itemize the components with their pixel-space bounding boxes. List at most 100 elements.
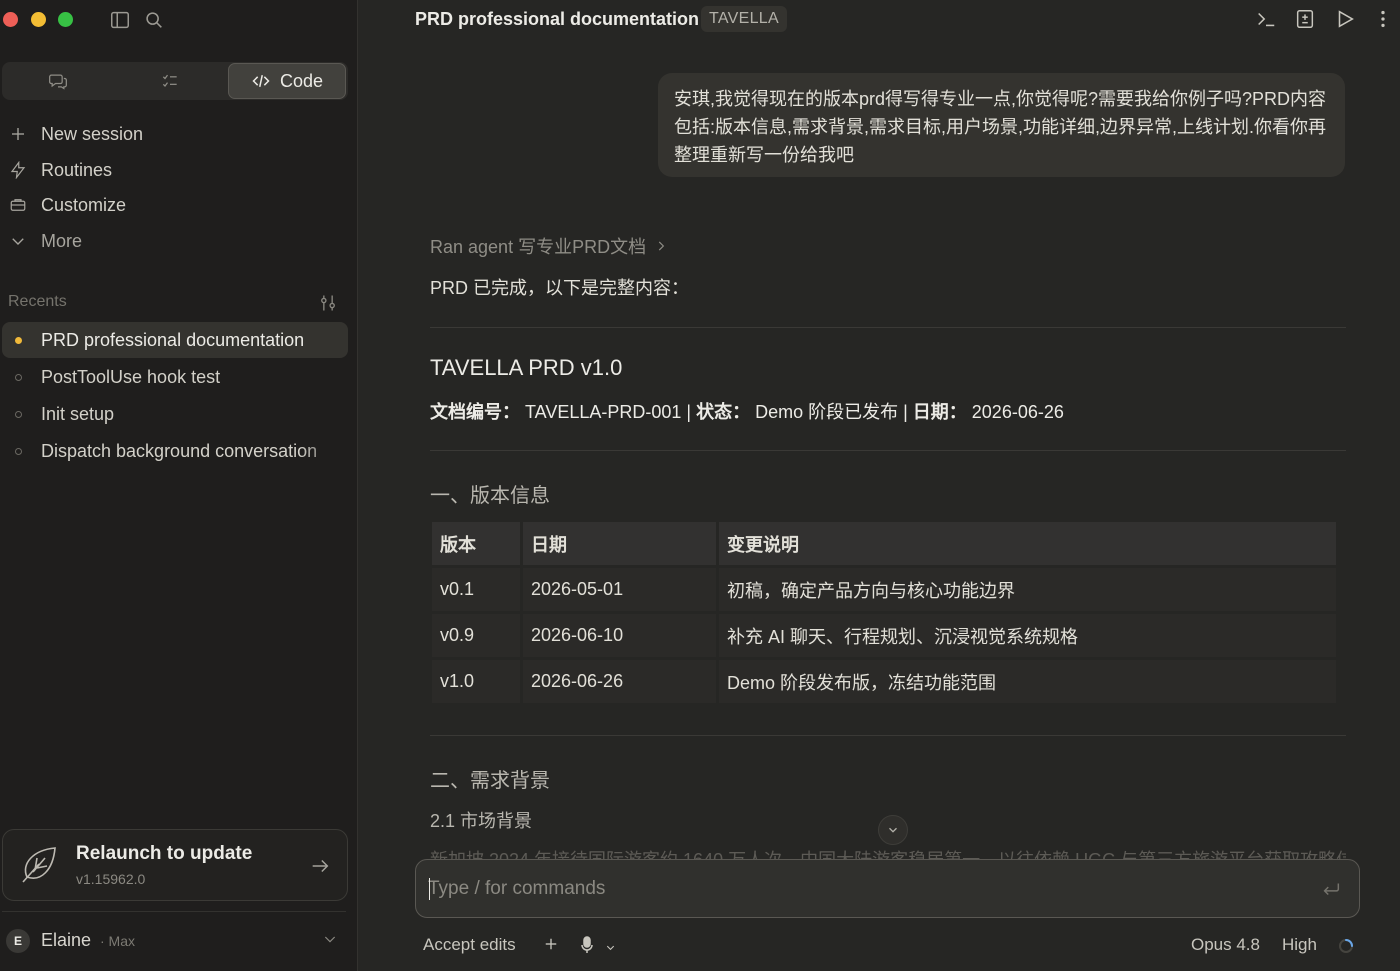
divider [430,327,1346,328]
table-cell: 2026-05-01 [523,568,716,611]
accept-edits-button[interactable]: Accept edits [423,935,516,955]
update-title: Relaunch to update [76,843,253,864]
document-title: TAVELLA PRD v1.0 [430,355,623,380]
table-header-cell: 日期 [523,522,716,565]
app-window: Code New session Routines Customize More… [0,0,1400,971]
table-cell: 补充 AI 聊天、行程规划、沉浸视觉系统规格 [719,614,1336,657]
status-dot [15,447,22,455]
table-row: v1.0 2026-06-26 Demo 阶段发布版，冻结功能范围 [432,660,1336,703]
sidebar-toggle-icon[interactable] [109,9,131,31]
status-label: 状态： [696,402,751,422]
model-selector[interactable]: Opus 4.8 [1191,935,1260,955]
chevron-down-icon [889,827,897,833]
microphone-icon[interactable] [580,936,594,954]
chevron-right-icon [658,241,665,251]
avatar[interactable]: E [6,929,30,953]
recents-heading: Recents [8,293,67,310]
bolt-icon [8,160,28,180]
scroll-to-bottom-button[interactable] [878,815,908,845]
tasks-mode-button[interactable] [114,62,226,100]
nav-new-session-label: New session [41,123,144,144]
code-mode-label: Code [279,70,324,91]
arrow-right-icon [309,855,331,877]
doc-no-value: TAVELLA-PRD-001 | [520,402,697,422]
prompt-input[interactable] [428,860,1288,917]
nav-routines[interactable]: Routines [8,154,338,186]
assistant-intro: PRD 已完成，以下是完整内容： [430,278,690,298]
nav-routines-label: Routines [41,159,113,180]
user-plan: · Max [100,933,135,949]
code-mode-button[interactable]: Code [228,63,346,99]
table-cell: v0.9 [432,614,520,657]
subsection-heading-market: 2.1 市场背景 [430,811,533,831]
nav-more-label: More [41,230,83,251]
recent-item-label: Init setup [41,403,115,424]
table-cell: Demo 阶段发布版，冻结功能范围 [719,660,1336,703]
mode-toggle: Code [2,62,348,100]
divider [430,450,1346,451]
filter-sliders-icon[interactable] [318,293,338,313]
chat-mode-button[interactable] [2,62,114,100]
recent-item-hook-test[interactable]: PostToolUse hook test [2,359,348,395]
nav-customize-label: Customize [41,194,127,215]
recent-item-label: PostToolUse hook test [41,366,221,387]
nav-new-session[interactable]: New session [8,118,338,150]
leaf-icon [17,844,59,886]
date-label: 日期： [912,402,967,422]
chevron-down-icon[interactable] [605,940,616,951]
briefcase-icon [8,195,28,215]
agent-run-summary[interactable]: Ran agent 写专业PRD文档 [430,233,668,259]
project-badge[interactable]: TAVELLA [701,6,787,32]
nav-more[interactable]: More [8,225,338,257]
recent-item-prd[interactable]: PRD professional documentation [2,322,348,358]
plus-icon[interactable] [542,935,560,955]
table-cell: v1.0 [432,660,520,703]
play-icon[interactable] [1334,8,1356,30]
divider [2,911,346,912]
message-composer [415,859,1360,918]
table-row: v0.1 2026-05-01 初稿，确定产品方向与核心功能边界 [432,568,1336,611]
recent-item-label: Dispatch background conversation [41,440,318,461]
table-cell: 2026-06-26 [523,660,716,703]
effort-selector[interactable]: High [1282,935,1317,955]
return-icon[interactable] [1320,878,1342,900]
loading-spinner-icon [1338,938,1354,954]
recent-item-init-setup[interactable]: Init setup [2,396,348,432]
minimize-window-button[interactable] [31,12,46,27]
date-value: 2026-06-26 [966,402,1064,422]
text-caret [429,878,430,900]
table-cell: 初稿，确定产品方向与核心功能边界 [719,568,1336,611]
user-name[interactable]: Elaine [41,930,91,951]
relaunch-update-card[interactable]: Relaunch to update v1.15962.0 [2,829,348,901]
sidebar: Code New session Routines Customize More… [0,0,358,971]
section-heading-version-info: 一、版本信息 [430,485,550,507]
chevron-down-icon [8,231,28,251]
section-heading-background: 二、需求背景 [430,770,550,792]
chat-bubbles-icon [49,74,67,90]
table-row: v0.9 2026-06-10 补充 AI 聊天、行程规划、沉浸视觉系统规格 [432,614,1336,657]
divider [430,735,1346,736]
more-vertical-icon[interactable] [1372,8,1394,30]
plus-icon [8,124,28,144]
table-cell: v0.1 [432,568,520,611]
recent-item-dispatch[interactable]: Dispatch background conversation [2,433,348,469]
close-window-button[interactable] [3,12,18,27]
zoom-window-button[interactable] [58,12,73,27]
status-dot [15,373,22,381]
code-icon [252,75,270,87]
update-version: v1.15962.0 [76,871,146,887]
table-cell: 2026-06-10 [523,614,716,657]
status-value: Demo 阶段已发布 | [750,402,913,422]
diff-icon[interactable] [1294,8,1316,30]
active-status-dot [15,336,22,344]
search-icon[interactable] [143,9,165,31]
agent-run-label: Ran agent 写专业PRD文档 [430,237,647,257]
page-title: PRD professional documentation [415,9,700,29]
terminal-icon[interactable] [1255,8,1277,30]
document-meta: 文档编号： TAVELLA-PRD-001 | 状态： Demo 阶段已发布 |… [430,398,1064,424]
version-table: 版本 日期 变更说明 v0.1 2026-05-01 初稿，确定产品方向与核心功… [429,519,1339,706]
chevron-down-icon[interactable] [322,931,338,947]
text-fade-overlay [300,440,348,466]
recent-item-label: PRD professional documentation [41,329,305,350]
nav-customize[interactable]: Customize [8,189,338,221]
